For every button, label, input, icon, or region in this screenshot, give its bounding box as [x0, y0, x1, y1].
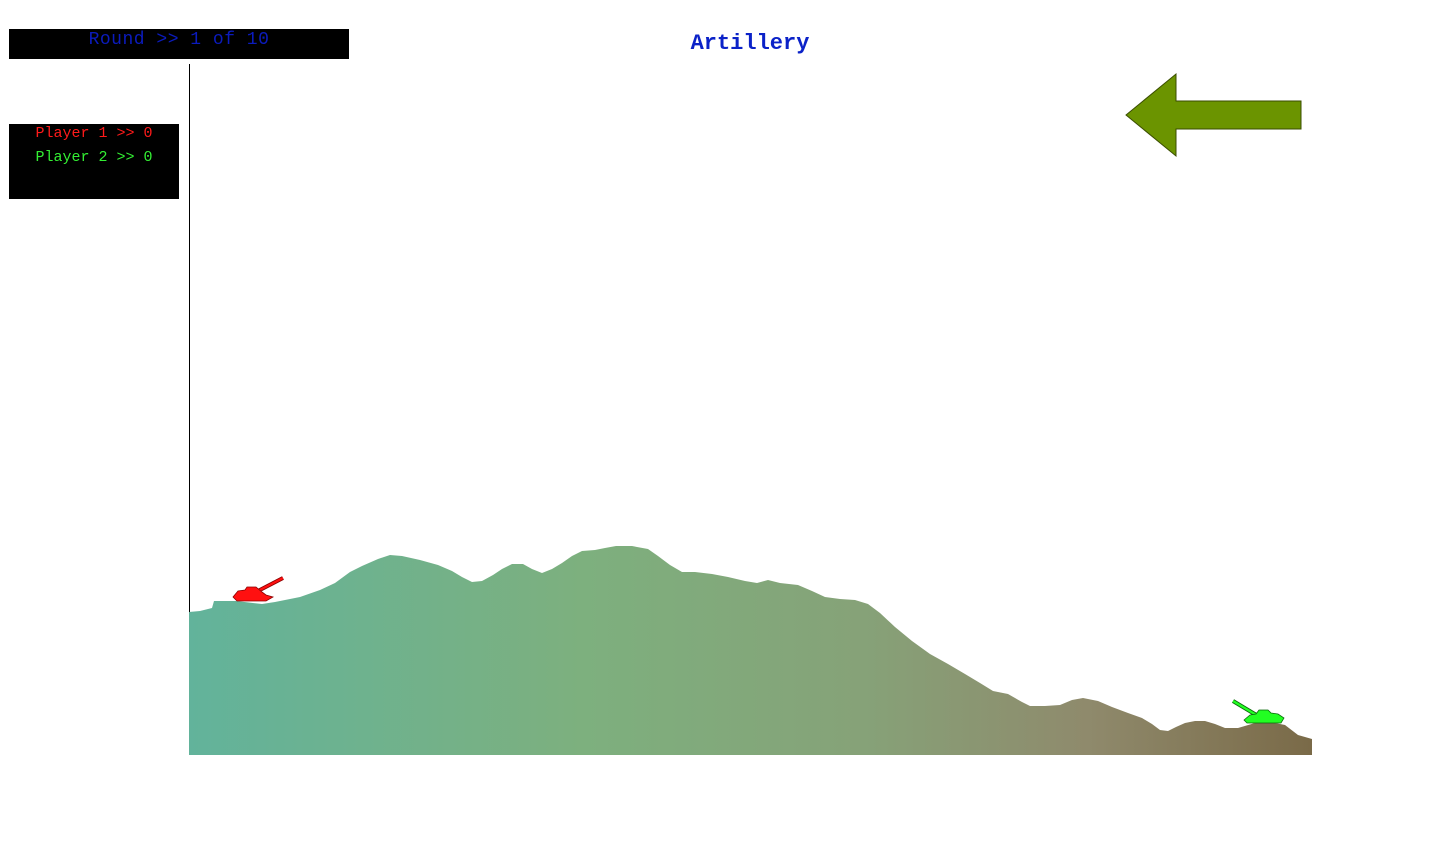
player-2-tank[interactable] [1231, 699, 1285, 724]
player-1-tank[interactable] [232, 576, 284, 602]
battlefield[interactable] [0, 0, 1450, 848]
player-1-tank-body [232, 586, 275, 602]
terrain [189, 546, 1312, 755]
